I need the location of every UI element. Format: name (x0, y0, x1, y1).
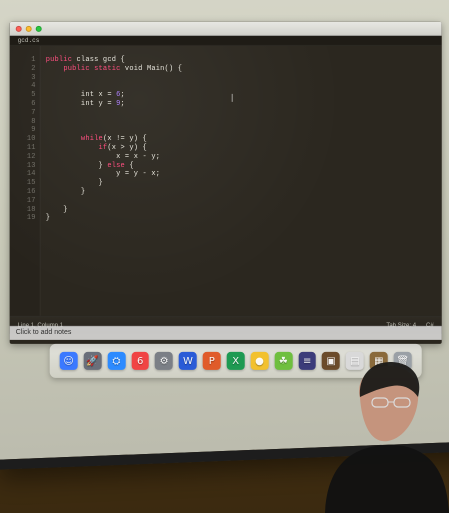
powerpoint-icon[interactable]: P (202, 351, 221, 370)
code-token: } (45, 187, 86, 196)
line-number: 2 (31, 64, 36, 73)
code-token: { (124, 161, 134, 170)
android-icon[interactable]: ☘ (274, 351, 293, 370)
trash-icon[interactable]: 🗑 (393, 351, 412, 370)
line-number: 1 (31, 55, 36, 64)
line-number: 7 (31, 108, 36, 117)
slide-notes[interactable]: Click to add notes (9, 325, 442, 340)
code-token: while (80, 135, 103, 144)
code-token: public static (63, 64, 121, 73)
line-number: 12 (26, 152, 36, 161)
code-token: void Main() { (120, 64, 183, 73)
finder-icon[interactable]: ☺ (59, 351, 78, 370)
code-editor-window: gcd.cs 1 public class gcd {2 public stati… (9, 21, 442, 344)
code-line[interactable]: 19} (27, 214, 182, 223)
editor-tab[interactable]: gcd.cs (18, 37, 40, 44)
system-preferences-icon[interactable]: ⚙ (155, 351, 174, 370)
line-number: 9 (31, 126, 36, 135)
text-cursor (231, 93, 233, 102)
code-line[interactable]: 11 if(x > y) { (27, 143, 182, 153)
launchpad-icon[interactable]: 🚀 (83, 351, 102, 370)
code-line[interactable]: 4 (31, 82, 182, 91)
stripes-app-icon[interactable]: ≡ (298, 351, 317, 370)
line-number: 18 (26, 205, 36, 214)
code-line[interactable]: 8 (31, 117, 182, 126)
code-token: (x != y) { (102, 135, 147, 144)
editor-tabs: gcd.cs (9, 35, 442, 46)
code-line[interactable]: 9 (31, 126, 182, 135)
code-token: int x = (45, 91, 117, 100)
code-line[interactable]: 10 while(x != y) { (27, 135, 182, 144)
code-line[interactable]: 18 } (27, 205, 182, 214)
line-number: 16 (26, 187, 36, 196)
code-token: } (45, 205, 68, 214)
line-number: 8 (31, 117, 36, 126)
code-line[interactable]: 16 } (27, 187, 182, 197)
projection-screen: gcd.cs 1 public class gcd {2 public stati… (0, 0, 449, 470)
line-number: 17 (26, 196, 36, 205)
code-line[interactable]: 15 } (27, 179, 182, 188)
code-token: ; (120, 99, 125, 108)
zoom-window-button[interactable] (35, 25, 42, 32)
code-line[interactable]: 1 public class gcd { (31, 55, 182, 65)
code-line[interactable]: 5 int x = 6; (31, 91, 182, 100)
photos-app-icon[interactable]: ▣ (322, 351, 341, 370)
window-titlebar (9, 21, 442, 36)
safari-icon[interactable]: ⛭ (107, 351, 126, 370)
code-line[interactable]: 3 (31, 73, 182, 82)
code-line[interactable]: 6 int y = 9; (31, 99, 182, 109)
code-token: class gcd { (72, 55, 125, 64)
preview-icon[interactable]: ▦ (369, 351, 388, 370)
minimize-window-button[interactable] (25, 25, 32, 32)
window-controls (15, 25, 42, 32)
code-token: } (45, 179, 103, 188)
macos-dock: ☺ 🚀 ⛭ 6 ⚙ W P X ● ☘ ≡ ▣ ▤ ▦ 🗑 (49, 343, 422, 378)
code-token: if (98, 143, 108, 152)
line-number: 5 (31, 91, 36, 100)
line-number: 13 (26, 161, 36, 170)
excel-icon[interactable]: X (226, 351, 245, 370)
line-number: 11 (26, 143, 36, 152)
word-icon[interactable]: W (179, 351, 197, 370)
projected-desktop: gcd.cs 1 public class gcd {2 public stati… (9, 4, 449, 378)
source-code[interactable]: 1 public class gcd {2 public static void … (27, 55, 183, 223)
code-token: (x > y) { (107, 143, 147, 152)
calendar-icon[interactable]: 6 (131, 351, 150, 370)
line-number: 10 (26, 135, 36, 144)
code-token: y = y - x; (45, 170, 161, 179)
chrome-icon[interactable]: ● (250, 351, 269, 370)
code-editor[interactable]: 1 public class gcd {2 public static void … (9, 45, 442, 316)
code-line[interactable]: 7 (31, 109, 182, 118)
code-token: public (45, 55, 73, 64)
line-number: 3 (31, 73, 36, 82)
line-number: 15 (26, 179, 36, 188)
line-number: 19 (26, 214, 36, 223)
code-token: } (45, 161, 108, 170)
code-line[interactable]: 2 public static void Main() { (31, 64, 183, 74)
line-number: 14 (26, 170, 36, 179)
code-line[interactable]: 13 } else { (27, 161, 182, 170)
code-line[interactable]: 17 (27, 197, 182, 206)
document-icon[interactable]: ▤ (346, 351, 364, 370)
photo-scene: gcd.cs 1 public class gcd {2 public stati… (0, 0, 449, 513)
line-number: 6 (31, 99, 36, 108)
code-token: int y = (45, 99, 117, 108)
code-line[interactable]: 14 y = y - x; (27, 170, 182, 179)
code-token: x = x - y; (45, 152, 161, 161)
close-window-button[interactable] (15, 25, 22, 32)
code-token: } (45, 214, 51, 223)
line-number: 4 (31, 82, 36, 91)
code-line[interactable]: 12 x = x - y; (27, 152, 182, 162)
code-token: ; (120, 91, 125, 100)
code-token: else (107, 161, 125, 170)
